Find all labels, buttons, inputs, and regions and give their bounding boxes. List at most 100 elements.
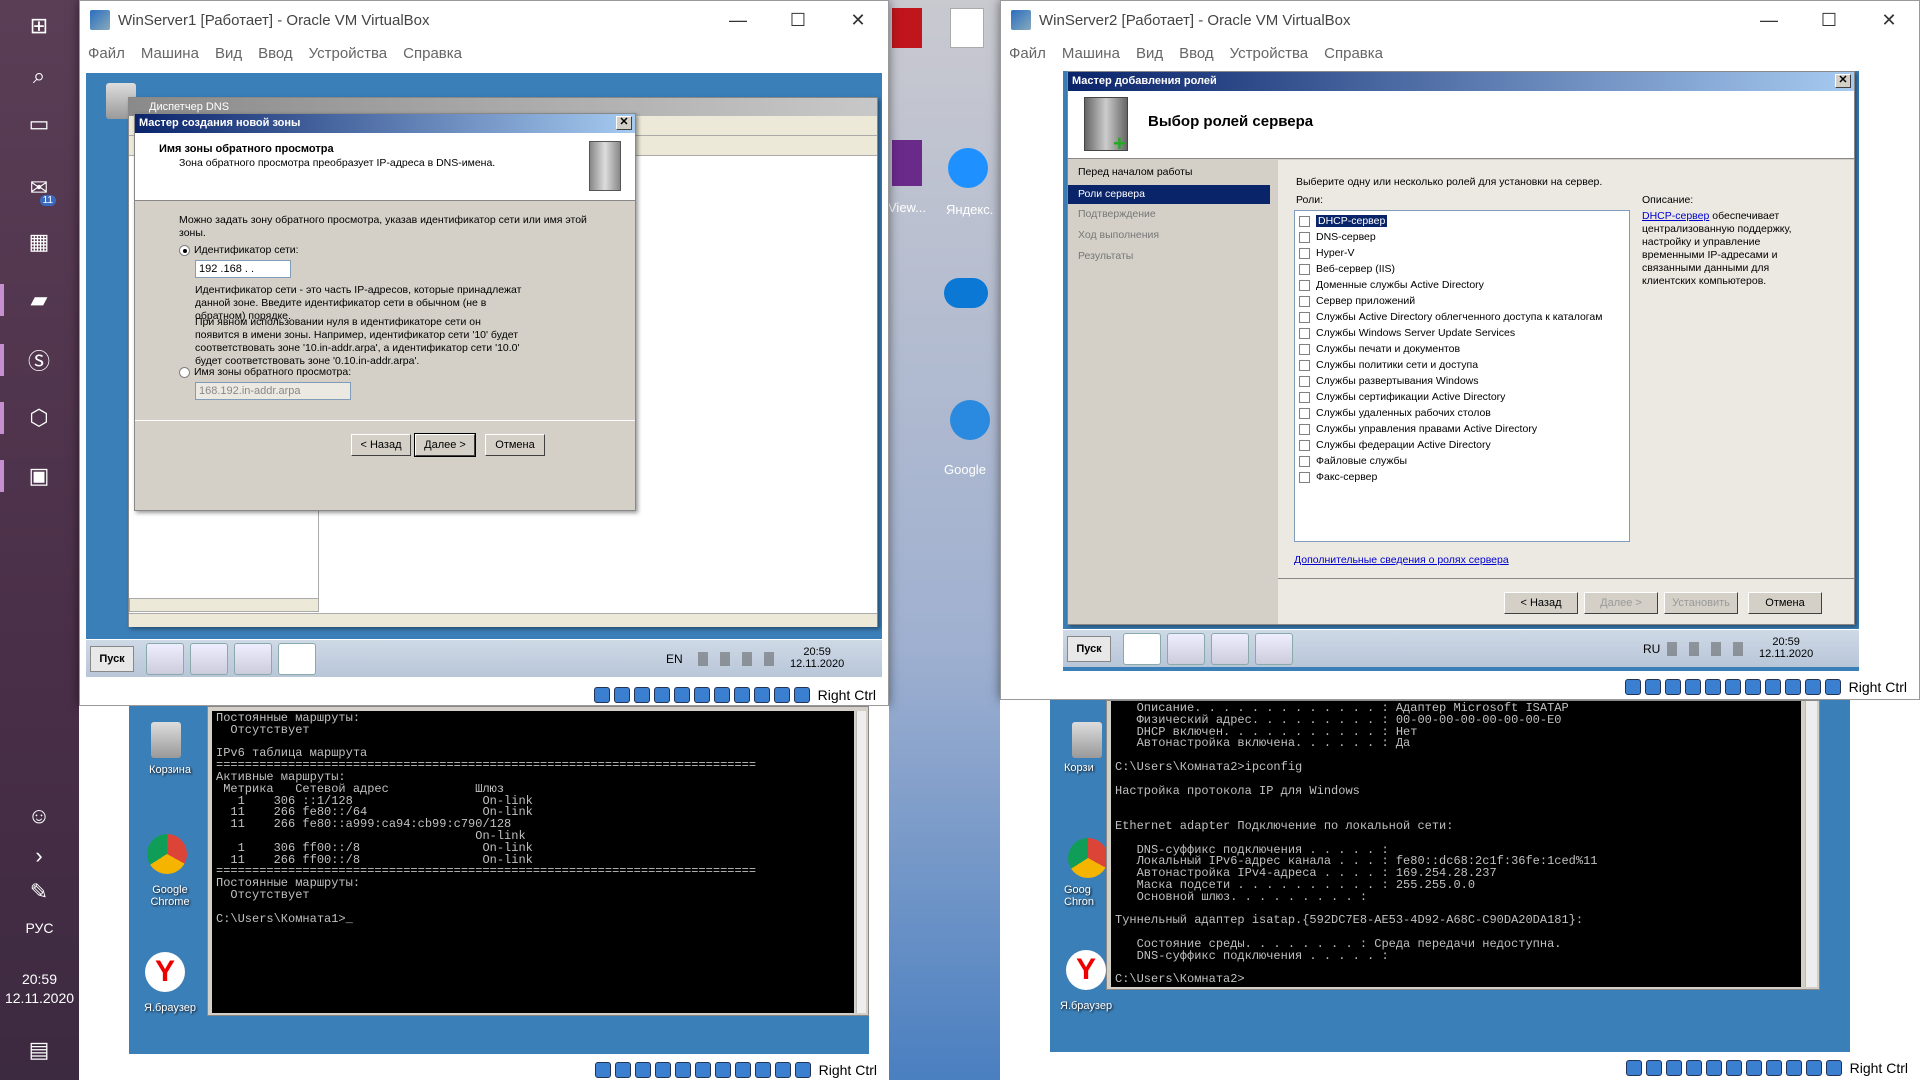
chevron-right-icon[interactable]: › bbox=[14, 836, 64, 876]
usb-icon[interactable] bbox=[1704, 679, 1721, 695]
powershell-icon[interactable] bbox=[190, 643, 228, 675]
onedrive-icon[interactable] bbox=[944, 278, 988, 308]
audio-icon[interactable] bbox=[1665, 1060, 1682, 1076]
role-item[interactable]: Службы федерации Active Directory bbox=[1299, 437, 1625, 453]
chrome-icon[interactable] bbox=[1068, 838, 1108, 878]
role-checkbox[interactable] bbox=[1299, 215, 1310, 227]
close-icon[interactable]: ✕ bbox=[1835, 74, 1851, 88]
menu-file[interactable]: Файл bbox=[1009, 45, 1046, 62]
vm1b-guest-screen[interactable]: Корзина Google Chrome Y Я.браузер Постоя… bbox=[129, 706, 869, 1054]
host-language[interactable]: РУС bbox=[0, 920, 79, 936]
role-item[interactable]: DHCP-сервер bbox=[1299, 213, 1625, 229]
display-icon[interactable] bbox=[1744, 679, 1761, 695]
mouse-integration-icon[interactable] bbox=[773, 687, 790, 703]
cancel-button[interactable]: Отмена bbox=[1748, 592, 1822, 614]
network-id-input[interactable]: 192 .168 . . bbox=[195, 260, 291, 278]
tools-icon[interactable] bbox=[1255, 633, 1293, 665]
audio-icon[interactable] bbox=[634, 1062, 651, 1078]
vm2b-guest-screen[interactable]: Корзи Goog Chron Y Я.браузер Описание. .… bbox=[1050, 700, 1850, 1052]
guest-clock[interactable]: 20:59 12.11.2020 bbox=[1759, 636, 1813, 660]
more-info-link[interactable]: Дополнительные сведения о ролях сервера bbox=[1294, 554, 1509, 566]
guest-language[interactable]: EN bbox=[666, 652, 683, 666]
network-icon[interactable] bbox=[654, 1062, 671, 1078]
network-icon[interactable] bbox=[1684, 679, 1701, 695]
hdd-icon[interactable] bbox=[593, 687, 610, 703]
roles-list[interactable]: DHCP-сервер DNS-сервер Hyper-V Веб-серве… bbox=[1294, 210, 1630, 542]
vm1-window[interactable]: WinServer1 [Работает] - Oracle VM Virtua… bbox=[79, 0, 889, 706]
shared-folder-icon[interactable] bbox=[1725, 1060, 1742, 1076]
maximize-button[interactable]: ☐ bbox=[1799, 10, 1859, 31]
cancel-button[interactable]: Отмена bbox=[485, 434, 545, 456]
mouse-integration-icon[interactable] bbox=[1805, 1060, 1822, 1076]
role-item[interactable]: Доменные службы Active Directory bbox=[1299, 277, 1625, 293]
cpu-icon[interactable] bbox=[1785, 1060, 1802, 1076]
menu-view[interactable]: Вид bbox=[1136, 45, 1163, 62]
host-clock[interactable]: 20:59 12.11.2020 bbox=[0, 970, 79, 1008]
cd-icon[interactable] bbox=[614, 1062, 631, 1078]
role-checkbox[interactable] bbox=[1299, 391, 1310, 403]
role-checkbox[interactable] bbox=[1299, 311, 1310, 323]
usb-icon[interactable] bbox=[1705, 1060, 1722, 1076]
powershell-icon[interactable] bbox=[1167, 633, 1205, 665]
video-capture-icon[interactable] bbox=[1765, 1060, 1782, 1076]
role-checkbox[interactable] bbox=[1299, 455, 1310, 467]
role-checkbox[interactable] bbox=[1299, 263, 1310, 275]
menu-input[interactable]: Ввод bbox=[258, 45, 293, 62]
cmd-output[interactable]: Постоянные маршруты: Отсутствует IPv6 та… bbox=[212, 711, 854, 1013]
network-icon[interactable] bbox=[653, 687, 670, 703]
video-capture-icon[interactable] bbox=[1764, 679, 1781, 695]
role-item[interactable]: Службы сертификации Active Directory bbox=[1299, 389, 1625, 405]
server2008-icon[interactable]: ▣ bbox=[0, 456, 64, 496]
usb-icon[interactable] bbox=[674, 1062, 691, 1078]
mouse-integration-icon[interactable] bbox=[1804, 679, 1821, 695]
role-item[interactable]: Службы управления правами Active Directo… bbox=[1299, 421, 1625, 437]
zone-name-input[interactable]: 168.192.in-addr.arpa bbox=[195, 382, 351, 400]
role-checkbox[interactable] bbox=[1299, 359, 1310, 371]
role-checkbox[interactable] bbox=[1299, 343, 1310, 355]
mouse-integration-icon[interactable] bbox=[774, 1062, 791, 1078]
recycle-bin-icon[interactable] bbox=[1072, 722, 1102, 758]
cmd-window[interactable]: Постоянные маршруты: Отсутствует IPv6 та… bbox=[207, 706, 869, 1016]
video-capture-icon[interactable] bbox=[734, 1062, 751, 1078]
role-item[interactable]: Службы Windows Server Update Services bbox=[1299, 325, 1625, 341]
chrome-icon[interactable] bbox=[147, 834, 187, 874]
keyboard-icon[interactable] bbox=[1824, 679, 1841, 695]
recycle-bin-icon[interactable] bbox=[151, 722, 181, 758]
menu-devices[interactable]: Устройства bbox=[1230, 45, 1308, 62]
cd-icon[interactable] bbox=[1645, 1060, 1662, 1076]
display-icon[interactable] bbox=[713, 687, 730, 703]
vm1-guest-screen[interactable]: Диспетчер DNS Мастер создания новой зоны… bbox=[86, 73, 882, 677]
vm2-guest-screen[interactable]: Мастер добавления ролей ✕ + Выбор ролей с… bbox=[1063, 71, 1859, 671]
role-checkbox[interactable] bbox=[1299, 407, 1310, 419]
vm2-titlebar[interactable]: WinServer2 [Работает] - Oracle VM Virtua… bbox=[1001, 1, 1919, 39]
role-checkbox[interactable] bbox=[1299, 279, 1310, 291]
task-view-icon[interactable]: ▭ bbox=[14, 104, 64, 144]
audio-icon[interactable] bbox=[633, 687, 650, 703]
maximize-button[interactable]: ☐ bbox=[768, 10, 828, 31]
hdd-icon[interactable] bbox=[1624, 679, 1641, 695]
keyboard-icon[interactable] bbox=[794, 1062, 811, 1078]
explorer-icon[interactable] bbox=[1211, 633, 1249, 665]
role-item[interactable]: Сервер приложений bbox=[1299, 293, 1625, 309]
people-icon[interactable]: ☺ bbox=[14, 796, 64, 836]
radio-zone-name[interactable]: Имя зоны обратного просмотра: bbox=[179, 366, 351, 379]
vm2b-window[interactable]: Корзи Goog Chron Y Я.браузер Описание. .… bbox=[1000, 700, 1920, 1080]
role-item[interactable]: Службы Active Directory облегченного дос… bbox=[1299, 309, 1625, 325]
server-manager-icon[interactable] bbox=[1123, 633, 1161, 665]
guest-start-button[interactable]: Пуск bbox=[90, 646, 134, 672]
notifications-icon[interactable]: ▤ bbox=[14, 1030, 64, 1070]
menu-file[interactable]: Файл bbox=[88, 45, 125, 62]
vm2-window[interactable]: WinServer2 [Работает] - Oracle VM Virtua… bbox=[1000, 0, 1920, 700]
role-item[interactable]: Службы развертывания Windows bbox=[1299, 373, 1625, 389]
role-item[interactable]: Службы политики сети и доступа bbox=[1299, 357, 1625, 373]
cmd-output[interactable]: Описание. . . . . . . . . . . . . : Адап… bbox=[1111, 701, 1801, 987]
display-icon[interactable] bbox=[714, 1062, 731, 1078]
dns-icon[interactable] bbox=[278, 643, 316, 675]
back-button[interactable]: < Назад bbox=[351, 434, 411, 456]
keyboard-icon[interactable] bbox=[1825, 1060, 1842, 1076]
shared-folder-icon[interactable] bbox=[1724, 679, 1741, 695]
menu-help[interactable]: Справка bbox=[403, 45, 462, 62]
tray-icons[interactable] bbox=[1667, 642, 1753, 656]
adobe-reader-icon[interactable] bbox=[892, 8, 922, 48]
cd-icon[interactable] bbox=[1644, 679, 1661, 695]
